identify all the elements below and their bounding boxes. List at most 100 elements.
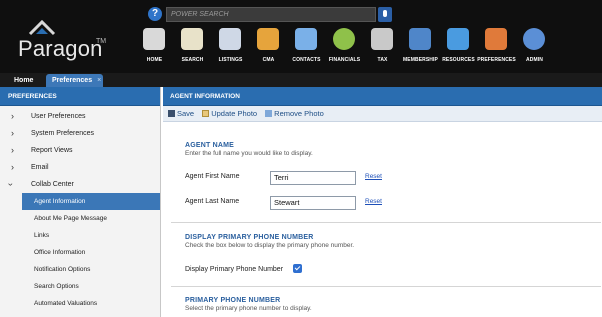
sidebar-item-label: System Preferences <box>31 130 95 137</box>
divider <box>171 222 601 223</box>
nav-search[interactable]: SEARCH <box>174 26 211 70</box>
chevron-right-icon: › <box>11 128 14 138</box>
power-search: ? POWER SEARCH <box>148 7 392 22</box>
nav-contacts[interactable]: CONTACTS <box>288 26 325 70</box>
sidebar-item-report-views[interactable]: › Report Views <box>0 142 160 159</box>
sidebar-item-email[interactable]: › Email <box>0 159 160 176</box>
membership-icon <box>409 28 431 50</box>
save-button[interactable]: Save <box>168 106 194 122</box>
save-icon <box>168 110 175 117</box>
nav-admin[interactable]: ADMIN <box>516 26 553 70</box>
remove-photo-button[interactable]: Remove Photo <box>265 106 324 122</box>
sidebar-subitem-agent-information[interactable]: Agent Information <box>22 193 160 210</box>
sidebar-item-collab-center[interactable]: › Collab Center <box>0 176 160 193</box>
nav-membership[interactable]: MEMBERSHIP <box>402 26 439 70</box>
contacts-icon <box>295 28 317 50</box>
tab-bar: Home Preferences × <box>0 73 602 87</box>
nav-label: MEMBERSHIP <box>403 57 438 63</box>
main-title: AGENT INFORMATION <box>163 87 602 106</box>
preferences-sidebar: PREFERENCES › User Preferences › System Pr… <box>0 87 161 317</box>
app-window: Paragon TM ? POWER SEARCH HOME SEARCH LI… <box>0 0 602 317</box>
sidebar-subitem-office-information[interactable]: Office Information <box>0 244 160 261</box>
nav-label: FINANCIALS <box>328 57 361 63</box>
tab-home[interactable]: Home <box>8 74 40 87</box>
nav-resources[interactable]: RESOURCES <box>440 26 477 70</box>
reset-first-name-link[interactable]: Reset <box>365 173 382 180</box>
nav-financials[interactable]: FINANCIALS <box>326 26 363 70</box>
display-phone-checkbox[interactable] <box>293 264 302 273</box>
section-description: Select the primary phone number to displ… <box>185 305 312 312</box>
display-phone-section: DISPLAY PRIMARY PHONE NUMBER Check the b… <box>185 234 354 249</box>
agent-last-name-input[interactable]: Stewart <box>270 196 356 210</box>
update-photo-label: Update Photo <box>211 109 258 118</box>
listings-icon <box>219 28 241 50</box>
preferences-icon <box>485 28 507 50</box>
section-title: PRIMARY PHONE NUMBER <box>185 297 281 304</box>
resources-icon <box>447 28 469 50</box>
nav-tax[interactable]: TAX <box>364 26 401 70</box>
sidebar-title: PREFERENCES <box>0 87 160 106</box>
sidebar-subitem-search-options[interactable]: Search Options <box>0 278 160 295</box>
nav-listings[interactable]: LISTINGS <box>212 26 249 70</box>
section-title: DISPLAY PRIMARY PHONE NUMBER <box>185 234 314 241</box>
tab-preferences[interactable]: Preferences × <box>46 74 103 87</box>
cma-icon <box>257 28 279 50</box>
display-phone-label: Display Primary Phone Number <box>185 266 284 273</box>
section-description: Enter the full name you would like to di… <box>185 150 313 157</box>
agent-last-name-label: Agent Last Name <box>185 198 240 205</box>
nav-preferences[interactable]: PREFERENCES <box>477 26 516 70</box>
nav-label: SEARCH <box>181 57 204 63</box>
chevron-right-icon: › <box>11 162 14 172</box>
financials-icon <box>333 28 355 50</box>
nav-label: RESOURCES <box>442 57 475 63</box>
logo-text: Paragon <box>18 36 103 61</box>
sidebar-subitem-automated-valuations[interactable]: Automated Valuations <box>0 295 160 312</box>
search-icon <box>181 28 203 50</box>
agent-name-section: AGENT NAME Enter the full name you would… <box>185 142 313 157</box>
tax-icon <box>371 28 393 50</box>
reset-last-name-link[interactable]: Reset <box>365 198 382 205</box>
sidebar-item-label: Report Views <box>31 147 73 154</box>
chevron-right-icon: › <box>11 111 14 121</box>
nav-label: CONTACTS <box>292 57 321 63</box>
photo-icon <box>202 110 210 117</box>
power-search-input[interactable]: POWER SEARCH <box>166 7 376 22</box>
chevron-down-icon: › <box>6 183 16 186</box>
nav-label: HOME <box>146 57 163 63</box>
nav-label: TAX <box>377 57 388 63</box>
sidebar-item-label: Collab Center <box>31 181 74 188</box>
sidebar-item-user-preferences[interactable]: › User Preferences <box>0 108 160 125</box>
microphone-icon[interactable] <box>378 7 392 22</box>
divider <box>171 286 601 287</box>
top-header: Paragon TM ? POWER SEARCH HOME SEARCH LI… <box>0 0 602 73</box>
primary-phone-section: PRIMARY PHONE NUMBER Select the primary … <box>185 297 312 312</box>
sidebar-item-system-preferences[interactable]: › System Preferences <box>0 125 160 142</box>
nav-cma[interactable]: CMA <box>250 26 287 70</box>
nav-label: ADMIN <box>526 57 543 63</box>
main-nav: HOME SEARCH LISTINGS CMA CONTACTS FINANC… <box>136 26 554 70</box>
update-photo-button[interactable]: Update Photo <box>202 106 257 122</box>
sidebar-item-label: User Preferences <box>31 113 86 120</box>
remove-photo-icon <box>265 110 273 117</box>
section-description: Check the box below to display the prima… <box>185 242 355 249</box>
search-help-icon[interactable]: ? <box>148 7 162 21</box>
save-label: Save <box>177 109 195 118</box>
agent-first-name-input[interactable]: Terri <box>270 171 356 185</box>
sidebar-item-label: Email <box>31 164 49 171</box>
sidebar-subitem-notification-options[interactable]: Notification Options <box>0 261 160 278</box>
nav-home[interactable]: HOME <box>136 26 173 70</box>
admin-icon <box>523 28 545 50</box>
toolbar: Save Update Photo Remove Photo <box>163 106 602 122</box>
sidebar-list: › User Preferences › System Preferences › R… <box>0 106 160 312</box>
section-title: AGENT NAME <box>185 142 235 149</box>
nav-label: LISTINGS <box>218 57 243 63</box>
agent-first-name-label: Agent First Name <box>185 173 240 180</box>
tab-label: Preferences <box>52 77 93 84</box>
close-icon[interactable]: × <box>97 77 101 84</box>
remove-photo-label: Remove Photo <box>274 109 324 118</box>
sidebar-subitem-about-me[interactable]: About Me Page Message <box>0 210 160 227</box>
nav-label: CMA <box>262 57 275 63</box>
sidebar-subitem-links[interactable]: Links <box>0 227 160 244</box>
nav-label: PREFERENCES <box>477 57 516 63</box>
chevron-right-icon: › <box>11 145 14 155</box>
